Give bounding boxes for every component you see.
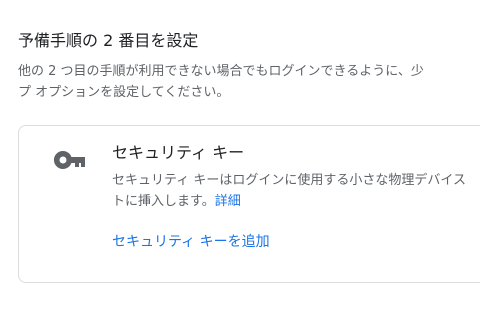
security-key-description: セキュリティ キーはログインに使用する小さな物理デバイス トに挿入します。詳細 (112, 170, 480, 212)
security-key-description-line-1: セキュリティ キーはログインに使用する小さな物理デバイス (112, 173, 466, 188)
key-icon (53, 150, 87, 170)
section-description-line-2: プ オプションを設定してください。 (18, 85, 230, 100)
security-key-description-line-2: トに挿入します。詳細 (112, 191, 480, 212)
add-security-key-link[interactable]: セキュリティ キーを追加 (112, 232, 270, 252)
section-description-line-1: 他の 2 つ目の手順が利用できない場合でもログインできるように、少 (18, 64, 424, 79)
section-description: 他の 2 つ目の手順が利用できない場合でもログインできるように、少 プ オプショ… (18, 61, 480, 103)
security-key-card: セキュリティ キー セキュリティ キーはログインに使用する小さな物理デバイス ト… (18, 125, 480, 283)
section-heading: 予備手順の 2 番目を設定 (18, 31, 199, 50)
security-key-title: セキュリティ キー (112, 143, 245, 162)
backup-step-page: 予備手順の 2 番目を設定 他の 2 つ目の手順が利用できない場合でもログインで… (0, 0, 480, 320)
details-link[interactable]: 詳細 (215, 194, 241, 209)
security-key-description-line-2-text: トに挿入します。 (112, 194, 215, 209)
